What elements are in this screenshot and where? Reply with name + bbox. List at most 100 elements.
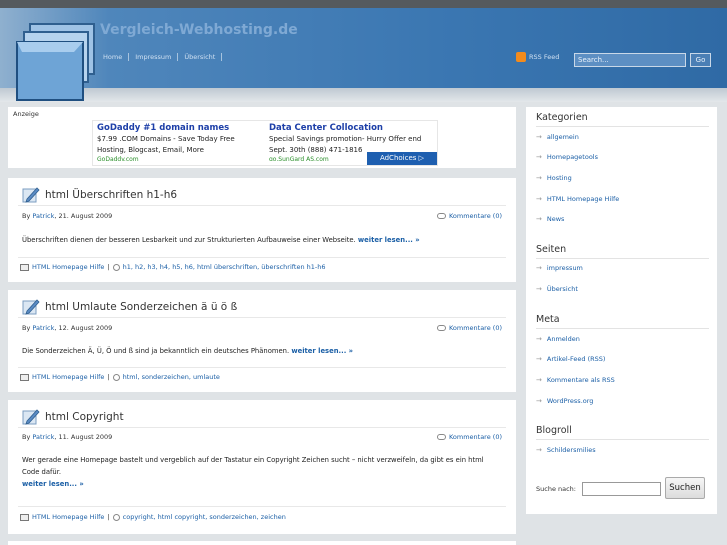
read-more-link[interactable]: weiter lesen... » bbox=[358, 236, 420, 244]
sidebar-item-label: WordPress.org bbox=[546, 397, 594, 405]
sidebar-item-impressum[interactable]: → impressum bbox=[536, 264, 583, 272]
sidebar-item-uebersicht[interactable]: → Übersicht bbox=[536, 285, 578, 293]
rss-feed-link[interactable]: RSS Feed bbox=[516, 52, 559, 62]
post-title[interactable]: html Überschriften h1-h6 bbox=[45, 189, 177, 201]
arrow-icon: → bbox=[536, 195, 542, 203]
ad-right-title[interactable]: Data Center Collocation bbox=[269, 123, 437, 133]
tag-icon bbox=[112, 263, 120, 271]
pencil-icon bbox=[22, 409, 40, 425]
sidebar-heading-seiten: Seiten bbox=[536, 244, 567, 255]
divider bbox=[18, 367, 506, 368]
rss-icon bbox=[516, 52, 526, 62]
nav-impressum[interactable]: Impressum bbox=[129, 53, 179, 61]
ad-left-line1: $7.99 .COM Domains - Save Today Free bbox=[97, 135, 235, 143]
sidebar-item-allgemein[interactable]: → allgemein bbox=[536, 133, 579, 141]
post-meta: By Patrick, 21. August 2009 bbox=[22, 212, 112, 220]
ad-unit: GoDaddy #1 domain names $7.99 .COM Domai… bbox=[92, 120, 438, 166]
post-title[interactable]: html Umlaute Sonderzeichen ä ü ö ß bbox=[45, 301, 237, 313]
arrow-icon: → bbox=[536, 153, 542, 161]
header-search-input[interactable]: Search... bbox=[574, 53, 686, 67]
divider bbox=[18, 257, 506, 258]
post-author[interactable]: Patrick bbox=[32, 433, 54, 441]
sidebar-item-schildersmilies[interactable]: → Schildersmilies bbox=[536, 446, 596, 454]
ad-right-line1: Special Savings promotion- Hurry Offer e… bbox=[269, 135, 422, 143]
arrow-icon: → bbox=[536, 397, 542, 405]
ad-left-url[interactable]: GoDaddy.com bbox=[97, 156, 265, 161]
comments-label: Kommentare (0) bbox=[448, 433, 502, 441]
adchoices-button[interactable]: AdChoices ▷ bbox=[367, 152, 437, 165]
go-button[interactable]: Go bbox=[690, 53, 711, 67]
sidebar-item-anmelden[interactable]: → Anmelden bbox=[536, 335, 580, 343]
rss-label: RSS Feed bbox=[529, 53, 560, 61]
folder-icon bbox=[20, 373, 29, 381]
nav-uebersicht[interactable]: Übersicht bbox=[178, 53, 223, 61]
site-header bbox=[0, 8, 727, 88]
comment-icon bbox=[436, 325, 446, 331]
tags-links[interactable]: h1, h2, h3, h4, h5, h6, html überschrift… bbox=[123, 263, 326, 271]
post-excerpt: Überschriften dienen der besseren Lesbar… bbox=[22, 234, 502, 246]
folder-icon bbox=[20, 513, 29, 521]
ad-left[interactable]: GoDaddy #1 domain names $7.99 .COM Domai… bbox=[97, 123, 265, 161]
tag-icon bbox=[112, 373, 120, 381]
comments-label: Kommentare (0) bbox=[448, 324, 502, 332]
sidebar-item-label: Artikel-Feed (RSS) bbox=[546, 355, 606, 363]
sidebar-item-label: Homepagetools bbox=[546, 153, 598, 161]
divider bbox=[536, 126, 709, 127]
post-meta: By Patrick, 11. August 2009 bbox=[22, 433, 112, 441]
ad-left-line2: Hosting, Blogcast, Email, More bbox=[97, 146, 204, 154]
post-author[interactable]: Patrick bbox=[32, 324, 54, 332]
sidebar-item-news[interactable]: → News bbox=[536, 215, 564, 223]
sidebar-item-wordpress[interactable]: → WordPress.org bbox=[536, 397, 593, 405]
ad-left-title[interactable]: GoDaddy #1 domain names bbox=[97, 123, 265, 133]
post-excerpt: Die Sonderzeichen Ä, Ü, Ö und ß sind ja … bbox=[22, 345, 502, 357]
logo-icon[interactable] bbox=[14, 22, 98, 104]
sidebar-item-artikel-feed[interactable]: → Artikel-Feed (RSS) bbox=[536, 355, 605, 363]
post-author[interactable]: Patrick bbox=[32, 212, 54, 220]
read-more-link[interactable]: weiter lesen... » bbox=[291, 347, 353, 355]
tags-links[interactable]: html, sonderzeichen, umlaute bbox=[123, 373, 220, 381]
nav-home[interactable]: Home bbox=[97, 53, 130, 61]
comments-label: Kommentare (0) bbox=[448, 212, 502, 220]
arrow-icon: → bbox=[536, 174, 542, 182]
post-excerpt: Wer gerade eine Homepage bastelt und ver… bbox=[22, 454, 502, 490]
excerpt-text: Die Sonderzeichen Ä, Ü, Ö und ß sind ja … bbox=[22, 347, 290, 355]
by-label: By bbox=[22, 212, 31, 220]
sidebar-heading-blogroll: Blogroll bbox=[536, 425, 572, 436]
site-title[interactable]: Vergleich-Webhosting.de bbox=[100, 22, 298, 38]
sidebar-item-label: Hosting bbox=[546, 174, 572, 182]
sidebar-item-label: allgemein bbox=[546, 133, 579, 141]
comments-link[interactable]: Kommentare (0) bbox=[436, 324, 502, 332]
sidebar-item-html-homepage-hilfe[interactable]: → HTML Homepage Hilfe bbox=[536, 195, 619, 203]
excerpt-text: Überschriften dienen der besseren Lesbar… bbox=[22, 236, 356, 244]
sidebar: Kategorien → allgemein → Homepagetools → Ho… bbox=[526, 107, 717, 514]
post-title[interactable]: html Copyright bbox=[45, 411, 124, 423]
suchen-button[interactable]: Suchen bbox=[665, 477, 705, 499]
arrow-icon: → bbox=[536, 133, 542, 141]
excerpt-text: Wer gerade eine Homepage bastelt und ver… bbox=[22, 456, 484, 476]
tags-links[interactable]: copyright, html copyright, sonderzeichen… bbox=[123, 513, 286, 521]
category-link[interactable]: HTML Homepage Hilfe bbox=[32, 373, 104, 381]
sidebar-item-kommentare-rss[interactable]: → Kommentare als RSS bbox=[536, 376, 615, 384]
divider bbox=[536, 328, 709, 329]
sidebar-item-label: impressum bbox=[546, 264, 583, 272]
header-strip bbox=[0, 88, 727, 102]
sidebar-search-input[interactable] bbox=[582, 482, 661, 496]
post-title-row: html Umlaute Sonderzeichen ä ü ö ß bbox=[22, 297, 237, 317]
category-link[interactable]: HTML Homepage Hilfe bbox=[32, 263, 104, 271]
divider bbox=[536, 258, 709, 259]
comments-link[interactable]: Kommentare (0) bbox=[436, 433, 502, 441]
sidebar-item-hosting[interactable]: → Hosting bbox=[536, 174, 572, 182]
arrow-icon: → bbox=[536, 355, 542, 363]
tag-icon bbox=[112, 513, 120, 521]
pencil-icon bbox=[22, 299, 40, 315]
post-taxonomy: HTML Homepage Hilfe | h1, h2, h3, h4, h5, … bbox=[20, 263, 326, 271]
post-taxonomy: HTML Homepage Hilfe | copyright, html copy… bbox=[20, 513, 286, 521]
sidebar-item-label: HTML Homepage Hilfe bbox=[546, 195, 620, 203]
arrow-icon: → bbox=[536, 264, 542, 272]
sidebar-item-homepagetools[interactable]: → Homepagetools bbox=[536, 153, 598, 161]
comment-icon bbox=[436, 434, 446, 440]
divider bbox=[18, 506, 506, 507]
comments-link[interactable]: Kommentare (0) bbox=[436, 212, 502, 220]
category-link[interactable]: HTML Homepage Hilfe bbox=[32, 513, 104, 521]
read-more-link[interactable]: weiter lesen... » bbox=[22, 480, 84, 488]
